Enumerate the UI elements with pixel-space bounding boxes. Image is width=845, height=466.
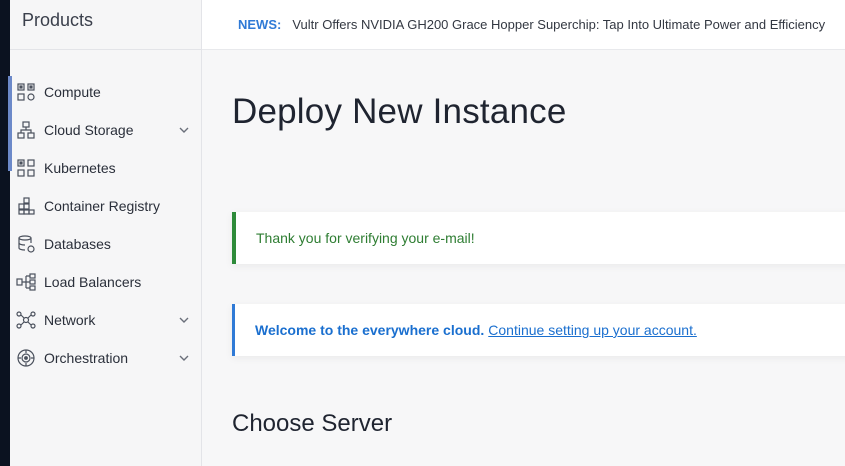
sidebar-item-compute[interactable]: Compute — [10, 73, 201, 111]
main-content: Deploy New Instance Thank you for verify… — [202, 50, 845, 466]
sidebar-item-label: Container Registry — [44, 198, 160, 214]
sidebar-item-databases[interactable]: Databases — [10, 225, 201, 263]
sidebar-item-label: Network — [44, 312, 96, 328]
page-title: Deploy New Instance — [232, 92, 567, 131]
orchestration-icon — [16, 348, 36, 368]
compute-icon — [16, 82, 36, 102]
sidebar-item-label: Databases — [44, 236, 111, 252]
network-icon — [16, 310, 36, 330]
kubernetes-icon — [16, 158, 36, 178]
databases-icon — [16, 234, 36, 254]
continue-setup-link[interactable]: Continue setting up your account. — [488, 322, 697, 338]
sidebar-item-label: Load Balancers — [44, 274, 142, 290]
info-alert: Welcome to the everywhere cloud. Continu… — [232, 304, 845, 356]
news-label: NEWS: — [238, 17, 282, 32]
chevron-down-icon[interactable] — [177, 351, 191, 365]
container-registry-icon — [16, 196, 36, 216]
chevron-down-icon[interactable] — [177, 123, 191, 137]
sidebar-item-label: Kubernetes — [44, 160, 116, 176]
section-title-choose-server: Choose Server — [232, 410, 393, 437]
cloud-storage-icon — [16, 120, 36, 140]
news-bar: NEWS: Vultr Offers NVIDIA GH200 Grace Ho… — [202, 0, 845, 50]
success-alert-text: Thank you for verifying your e-mail! — [256, 230, 475, 246]
info-alert-strong-text: Welcome to the everywhere cloud. — [255, 322, 485, 338]
sidebar-item-network[interactable]: Network — [10, 301, 201, 339]
sidebar-item-label: Cloud Storage — [44, 122, 134, 138]
sidebar-item-container-registry[interactable]: Container Registry — [10, 187, 201, 225]
load-balancers-icon — [16, 272, 36, 292]
sidebar-item-orchestration[interactable]: Orchestration — [10, 339, 201, 377]
left-edge-strip — [0, 0, 10, 466]
sidebar-item-cloud-storage[interactable]: Cloud Storage — [10, 111, 201, 149]
sidebar: Products Compute Cloud Storage Kubernete… — [8, 0, 202, 466]
sidebar-nav: Compute Cloud Storage Kubernetes Contain… — [10, 73, 201, 377]
sidebar-item-kubernetes[interactable]: Kubernetes — [10, 149, 201, 187]
news-headline-link[interactable]: Vultr Offers NVIDIA GH200 Grace Hopper S… — [292, 17, 825, 32]
sidebar-item-label: Compute — [44, 84, 101, 100]
sidebar-item-label: Orchestration — [44, 350, 129, 366]
sidebar-item-load-balancers[interactable]: Load Balancers — [10, 263, 201, 301]
sidebar-title: Products — [10, 0, 201, 50]
success-alert: Thank you for verifying your e-mail! — [232, 212, 845, 264]
chevron-down-icon[interactable] — [177, 313, 191, 327]
